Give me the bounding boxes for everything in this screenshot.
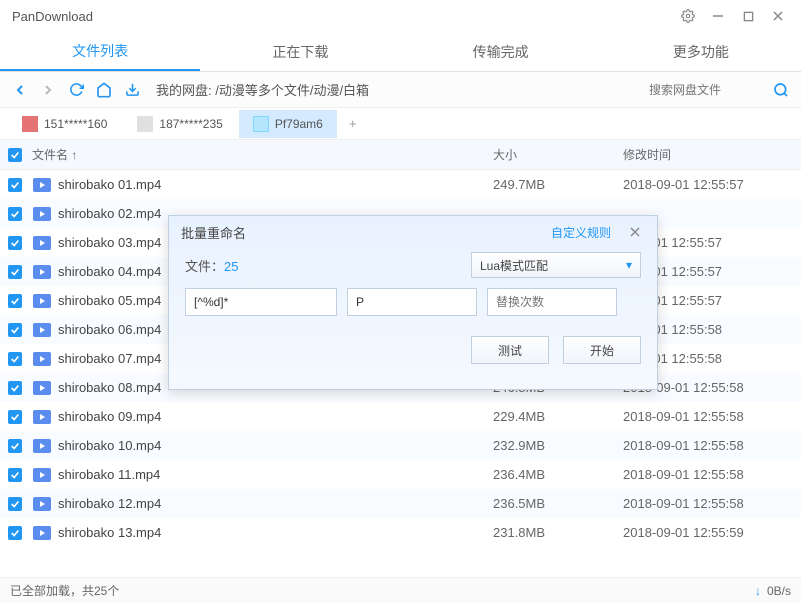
custom-rule-link[interactable]: 自定义规则: [551, 224, 611, 241]
file-count-label: 文件：25: [185, 256, 238, 275]
close-icon[interactable]: [625, 222, 645, 242]
test-button[interactable]: 测试: [471, 336, 549, 364]
replace-input[interactable]: [347, 288, 477, 316]
start-button[interactable]: 开始: [563, 336, 641, 364]
modal-titlebar: 批量重命名 自定义规则: [169, 216, 657, 248]
pattern-input[interactable]: [185, 288, 337, 316]
count-input[interactable]: [487, 288, 617, 316]
rename-modal: 批量重命名 自定义规则 文件：25 Lua模式匹配▾ 测试 开始: [168, 215, 658, 390]
chevron-down-icon: ▾: [626, 258, 632, 272]
mode-select[interactable]: Lua模式匹配▾: [471, 252, 641, 278]
modal-backdrop: 批量重命名 自定义规则 文件：25 Lua模式匹配▾ 测试 开始: [0, 0, 801, 603]
modal-title: 批量重命名: [181, 223, 246, 242]
